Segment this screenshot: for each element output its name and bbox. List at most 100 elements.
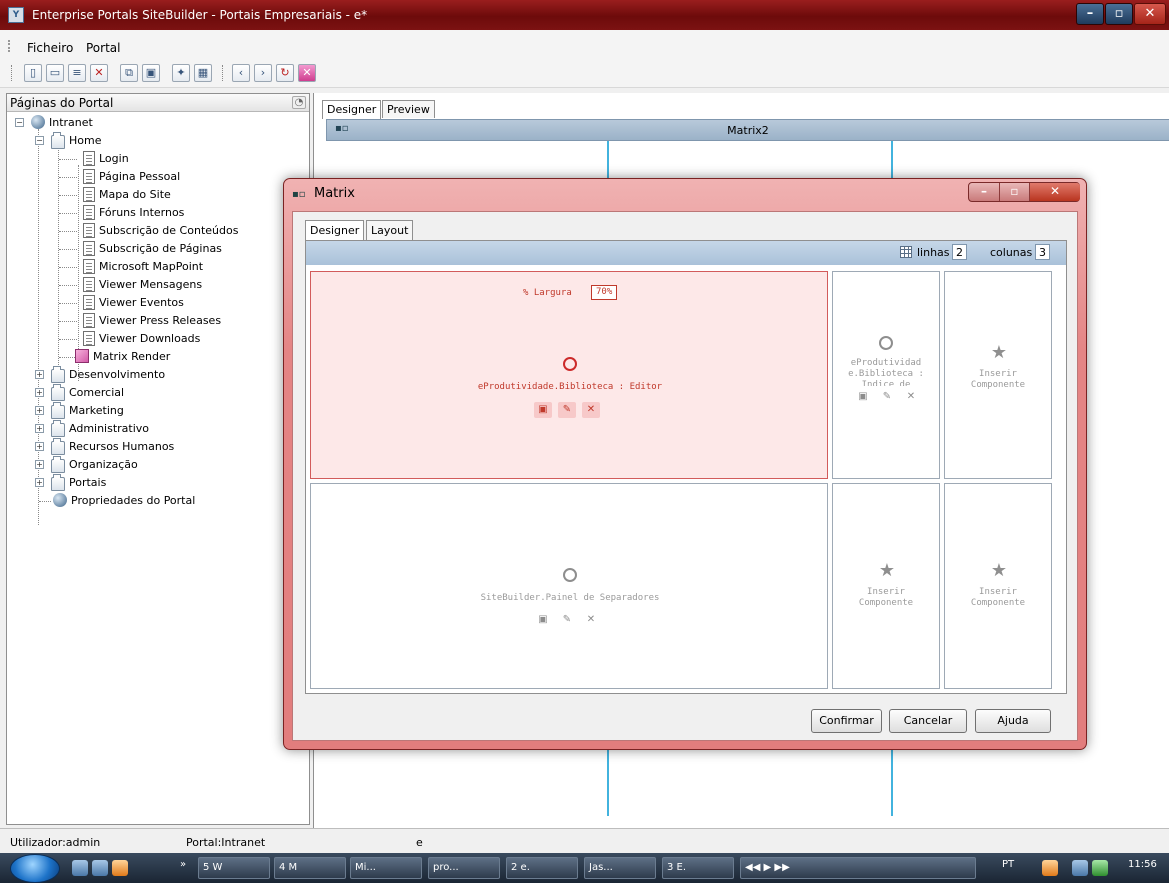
back-icon[interactable]: ‹: [232, 64, 250, 82]
folder-icon: [51, 456, 65, 473]
page-icon: [83, 259, 95, 274]
expand-icon[interactable]: +: [35, 406, 44, 415]
component-circle-icon: [563, 568, 577, 582]
component-settings-icon[interactable]: ▣: [534, 612, 552, 628]
rows-input[interactable]: 2: [952, 244, 967, 260]
component-remove-icon[interactable]: ✕: [582, 402, 600, 418]
component-edit-icon[interactable]: ✎: [878, 389, 896, 405]
matrix-icon: ▪▫: [292, 189, 306, 200]
quicklaunch-icon[interactable]: [92, 860, 108, 876]
taskbar: » 5 W 4 M Mi... pro... 2 e. Jas... 3 E. …: [0, 853, 1169, 883]
collapse-icon[interactable]: −: [35, 136, 44, 145]
insert-component-label: Inserir: [979, 587, 1017, 597]
component-name: eProdutividade.Biblioteca : Editor: [477, 382, 663, 392]
expand-icon[interactable]: +: [35, 460, 44, 469]
confirm-button[interactable]: Confirmar: [811, 709, 882, 733]
tree-label: Mapa do Site: [99, 188, 171, 201]
component-name-line: eProdutividad: [850, 358, 922, 368]
language-indicator[interactable]: PT: [1002, 859, 1014, 870]
matrix-dialog: ▪▫ Matrix – ▫ ✕ Designer Layout linhas 2…: [283, 178, 1087, 750]
tab-designer[interactable]: Designer: [305, 220, 365, 241]
pin-icon[interactable]: ◔: [292, 96, 306, 109]
close-icon[interactable]: ✕: [298, 64, 316, 82]
tree-label: Intranet: [49, 116, 93, 129]
component-edit-icon[interactable]: ✎: [558, 612, 576, 628]
width-input[interactable]: 70%: [591, 285, 618, 300]
minimize-button[interactable]: –: [1076, 3, 1104, 25]
overflow-icon[interactable]: »: [180, 859, 186, 870]
taskbar-item[interactable]: Mi...: [350, 857, 422, 879]
tree-line: [59, 195, 77, 196]
expand-icon[interactable]: +: [35, 442, 44, 451]
close-button[interactable]: ✕: [1134, 3, 1166, 25]
media-player-toolbar[interactable]: ◀◀ ▶ ▶▶: [740, 857, 976, 879]
matrix-cell-r1c3[interactable]: ★ Inserir Componente: [944, 271, 1052, 479]
clock[interactable]: 11:56: [1128, 859, 1157, 870]
quicklaunch-icon[interactable]: [72, 860, 88, 876]
expand-icon[interactable]: +: [35, 388, 44, 397]
quicklaunch-icon[interactable]: [112, 860, 128, 876]
title-bar: Υ Enterprise Portals SiteBuilder - Porta…: [0, 0, 1169, 30]
component-icon[interactable]: ✦: [172, 64, 190, 82]
grid-icon: [900, 246, 912, 258]
matrix-icon[interactable]: ▦: [194, 64, 212, 82]
properties-icon[interactable]: ≡: [68, 64, 86, 82]
paste-icon[interactable]: ▣: [142, 64, 160, 82]
panel-title: Páginas do Portal: [10, 96, 114, 110]
dialog-maximize-button[interactable]: ▫: [999, 183, 1029, 201]
new-folder-icon[interactable]: ▭: [46, 64, 64, 82]
matrix-cell-r2c2[interactable]: ★ Inserir Componente: [832, 483, 940, 689]
component-remove-icon[interactable]: ✕: [582, 612, 600, 628]
expand-icon[interactable]: +: [35, 370, 44, 379]
window-title: Enterprise Portals SiteBuilder - Portais…: [32, 8, 368, 22]
dialog-minimize-button[interactable]: –: [969, 183, 999, 201]
toolbar: ▯ ▭ ≡ ✕ ⧉ ▣ ✦ ▦ ‹ › ↻ ✕: [0, 58, 1169, 88]
tray-icon[interactable]: [1072, 860, 1088, 876]
collapse-icon[interactable]: −: [15, 118, 24, 127]
component-edit-icon[interactable]: ✎: [558, 402, 576, 418]
taskbar-item[interactable]: 3 E.: [662, 857, 734, 879]
delete-icon[interactable]: ✕: [90, 64, 108, 82]
tray-icon[interactable]: [1042, 860, 1058, 876]
tree-label: Organização: [69, 458, 138, 471]
matrix-cell-r2c3[interactable]: ★ Inserir Componente: [944, 483, 1052, 689]
menu-bar: Ficheiro Portal: [0, 30, 1169, 58]
page-icon: [83, 313, 95, 328]
start-button[interactable]: [10, 854, 60, 883]
taskbar-item[interactable]: 5 W: [198, 857, 270, 879]
tree-label: Fóruns Internos: [99, 206, 185, 219]
matrix-cell-r1c2[interactable]: eProdutividad e.Biblioteca : Indice de ▣…: [832, 271, 940, 479]
taskbar-item[interactable]: 2 e.: [506, 857, 578, 879]
tab-preview[interactable]: Preview: [382, 100, 435, 118]
taskbar-item[interactable]: Jas...: [584, 857, 656, 879]
folder-icon: [51, 420, 65, 437]
expand-icon[interactable]: +: [35, 478, 44, 487]
menu-ficheiro[interactable]: Ficheiro: [27, 41, 73, 55]
tree-line: [59, 285, 77, 286]
page-icon: [83, 205, 95, 220]
tree-line: [59, 267, 77, 268]
new-page-icon[interactable]: ▯: [24, 64, 42, 82]
cancel-button[interactable]: Cancelar: [889, 709, 967, 733]
columns-input[interactable]: 3: [1035, 244, 1050, 260]
copy-icon[interactable]: ⧉: [120, 64, 138, 82]
taskbar-item[interactable]: pro...: [428, 857, 500, 879]
component-remove-icon[interactable]: ✕: [902, 389, 920, 405]
tab-layout[interactable]: Layout: [366, 220, 414, 240]
component-settings-icon[interactable]: ▣: [534, 402, 552, 418]
expand-icon[interactable]: +: [35, 424, 44, 433]
forward-icon[interactable]: ›: [254, 64, 272, 82]
tab-designer[interactable]: Designer: [322, 100, 382, 119]
matrix2-title: Matrix2: [727, 124, 769, 137]
menu-portal[interactable]: Portal: [86, 41, 120, 55]
help-button[interactable]: Ajuda: [975, 709, 1051, 733]
tray-icon[interactable]: [1092, 860, 1108, 876]
maximize-button[interactable]: ▫: [1105, 3, 1133, 25]
component-settings-icon[interactable]: ▣: [854, 389, 872, 405]
matrix-cell-r2c1[interactable]: SiteBuilder.Painel de Separadores ▣ ✎ ✕: [310, 483, 828, 689]
refresh-icon[interactable]: ↻: [276, 64, 294, 82]
dialog-close-button[interactable]: ✕: [1029, 183, 1080, 201]
matrix-cell-r1c1[interactable]: % Largura 70% eProdutividade.Biblioteca …: [310, 271, 828, 479]
taskbar-item[interactable]: 4 M: [274, 857, 346, 879]
globe-icon: [31, 115, 45, 129]
